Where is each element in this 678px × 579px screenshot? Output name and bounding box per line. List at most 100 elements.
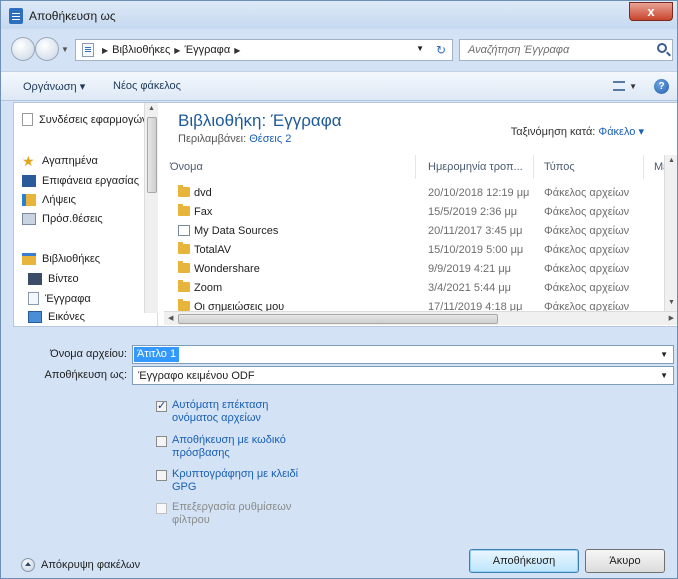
column-header-name[interactable]: Όνομα [164,155,416,179]
scroll-up-icon[interactable]: ▲ [148,105,155,112]
navigation-pane: Συνδέσεις εφαρμογών ★ Αγαπημένα Επιφάνει… [14,103,158,326]
scroll-left-icon[interactable]: ◀ [168,314,173,322]
table-row[interactable]: dvd 20/10/2018 12:19 μμ Φάκελος αρχείων [164,185,664,202]
nav-item-pictures[interactable]: Εικόνες [28,311,85,323]
scroll-down-icon[interactable]: ▼ [668,299,675,306]
table-row[interactable]: My Data Sources 20/11/2017 3:45 μμ Φάκελος… [164,223,664,240]
horizontal-scrollbar[interactable]: ◀ ▶ [164,311,677,325]
nav-item-label: Βίντεο [48,273,79,285]
table-row[interactable]: Zoom 3/4/2021 5:44 μμ Φάκελος αρχείων [164,280,664,297]
nav-item-documents[interactable]: Έγγραφα [28,292,91,305]
scroll-thumb[interactable] [178,314,498,324]
address-dropdown-icon[interactable]: ▼ [416,44,424,53]
file-type: Φάκελος αρχείων [544,244,630,256]
checkbox-gpg-encrypt[interactable] [156,470,167,481]
refresh-icon[interactable]: ↻ [436,43,446,57]
file-date: 15/10/2019 5:00 μμ [428,244,524,256]
organize-button[interactable]: Οργάνωση ▾ [23,80,85,93]
filename-value[interactable]: Άτιτλο 1 [134,347,180,362]
save-as-dialog: Αποθήκευση ως x ▼ ▶ Βιβλιοθήκες ▶ Έγγραφ… [0,0,678,579]
nav-item-video[interactable]: Βίντεο [28,273,79,285]
nav-item-app-connections[interactable]: Συνδέσεις εφαρμογών [22,113,148,126]
file-name: dvd [194,187,212,199]
scroll-thumb[interactable] [147,117,157,193]
folder-icon [178,299,190,311]
filename-field[interactable]: Άτιτλο 1 ▼ [132,345,674,364]
breadcrumb[interactable]: ▶ Βιβλιοθήκες ▶ Έγγραφα ▶ ▼ ↻ [75,39,453,61]
filename-label: Όνομα αρχείου: [50,348,127,360]
title-bar: Αποθήκευση ως x [1,1,677,29]
option-label: Επεξεργασία ρυθμίσεων φίλτρου [172,501,292,526]
star-icon: ★ [22,153,35,169]
save-button[interactable]: Αποθήκευση [469,549,579,573]
nav-item-favorites[interactable]: ★ Αγαπημένα [22,153,98,169]
search-icon[interactable] [657,43,667,53]
video-icon [28,273,42,285]
nav-scrollbar[interactable]: ▲ [144,103,158,313]
help-icon[interactable]: ? [654,79,669,94]
file-name: Wondershare [194,263,260,275]
checkbox-auto-extension[interactable] [156,399,167,412]
locations-link[interactable]: Θέσεις 2 [249,133,291,145]
nav-item-downloads[interactable]: Λήψεις [22,194,76,206]
forward-button[interactable] [35,37,59,61]
chevron-down-icon[interactable]: ▼ [629,82,637,91]
file-name: TotalAV [194,244,232,256]
file-type: Φάκελος αρχείων [544,282,630,294]
chevron-right-icon[interactable]: ▶ [174,46,180,55]
breadcrumb-documents[interactable]: Έγγραφα [184,44,230,56]
hide-folders-button[interactable]: Απόκρυψη φακέλων [21,558,140,572]
column-header-type[interactable]: Τύπος [538,155,644,179]
recent-locations-dropdown[interactable]: ▼ [61,45,69,54]
folder-icon [178,261,190,273]
breadcrumb-libraries[interactable]: Βιβλιοθήκες [112,44,170,56]
checkbox-save-with-password[interactable] [156,436,167,447]
close-button[interactable]: x [629,2,673,21]
option-label[interactable]: Κρυπτογράφηση με κλειδί GPG [172,468,302,494]
page-icon [22,113,33,126]
search-input[interactable]: Αναζήτηση Έγγραφα [459,39,673,61]
table-row[interactable]: Fax 15/5/2019 2:36 μμ Φάκελος αρχείων [164,204,664,221]
libraries-icon [22,253,36,265]
file-date: 3/4/2021 5:44 μμ [428,282,512,294]
document-icon [9,8,23,24]
scroll-right-icon[interactable]: ▶ [669,314,674,322]
table-row[interactable]: TotalAV 15/10/2019 5:00 μμ Φάκελος αρχείων [164,242,664,259]
nav-item-desktop[interactable]: Επιφάνεια εργασίας [22,175,139,187]
folder-icon [178,242,190,254]
save-type-select[interactable]: Έγγραφο κειμένου ODF ▼ [132,366,674,385]
chevron-right-icon[interactable]: ▶ [234,46,240,55]
nav-item-recent-places[interactable]: Πρόσ.θέσεις [22,213,103,225]
chevron-right-icon[interactable]: ▶ [102,46,108,55]
search-placeholder: Αναζήτηση Έγγραφα [468,44,570,56]
table-row[interactable]: Wondershare 9/9/2019 4:21 μμ Φάκελος αρχεί… [164,261,664,278]
file-date: 20/11/2017 3:45 μμ [428,225,523,237]
arrange-label: Ταξινόμηση κατά: [510,126,596,138]
arrange-dropdown[interactable]: Φάκελο ▾ [598,126,644,138]
back-button[interactable] [11,37,35,61]
save-type-label: Αποθήκευση ως: [44,369,127,381]
cancel-button[interactable]: Άκυρο [585,549,665,573]
chevron-down-icon[interactable]: ▼ [660,350,668,359]
command-toolbar: Οργάνωση ▾ Νέος φάκελος ▼ ? [1,71,677,101]
scroll-up-icon[interactable]: ▲ [668,157,675,164]
option-label[interactable]: Αποθήκευση με κωδικό πρόσβασης [172,434,302,460]
file-list-scrollbar[interactable]: ▲ ▼ [664,155,677,311]
option-save-with-password[interactable]: Αποθήκευση με κωδικό πρόσβασης [156,434,302,460]
file-date: 20/10/2018 12:19 μμ [428,187,530,199]
view-options-icon[interactable] [613,81,625,91]
desktop-icon [22,175,36,187]
option-label[interactable]: Αυτόματη επέκταση ονόματος αρχείων [172,399,302,425]
includes-label: Περιλαμβάνει: [178,133,247,145]
chevron-up-icon [21,558,35,572]
nav-item-label: Πρόσ.θέσεις [42,213,103,225]
documents-icon [28,292,39,305]
file-name: My Data Sources [194,225,279,237]
new-folder-button[interactable]: Νέος φάκελος [113,80,181,92]
column-header-date[interactable]: Ημερομηνία τροπ... [422,155,534,179]
nav-item-libraries[interactable]: Βιβλιοθήκες [22,253,100,265]
option-gpg-encrypt[interactable]: Κρυπτογράφηση με κλειδί GPG [156,468,302,494]
chevron-down-icon[interactable]: ▼ [660,371,668,380]
option-auto-extension[interactable]: Αυτόματη επέκταση ονόματος αρχείων [156,399,302,425]
browser-pane: Συνδέσεις εφαρμογών ★ Αγαπημένα Επιφάνει… [13,102,677,327]
